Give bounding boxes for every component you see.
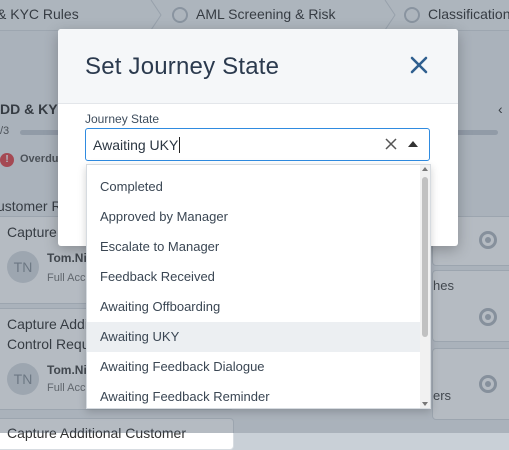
input-text: Awaiting UKY <box>93 137 179 153</box>
close-icon[interactable] <box>407 53 431 77</box>
option-awaiting-feedback-reminder[interactable]: Awaiting Feedback Reminder <box>87 382 422 408</box>
journey-state-label: Journey State <box>85 112 160 126</box>
option-escalate-to-manager[interactable]: Escalate to Manager <box>87 232 422 262</box>
dialog-title: Set Journey State <box>85 53 280 80</box>
clear-x-icon[interactable] <box>384 137 398 151</box>
option-feedback-received[interactable]: Feedback Received <box>87 262 422 292</box>
option-approved-by-manager[interactable]: Approved by Manager <box>87 202 422 232</box>
journey-state-options: Completed Approved by Manager Escalate t… <box>86 164 431 409</box>
scroll-down-arrow-icon[interactable] <box>422 402 428 406</box>
option-completed[interactable]: Completed <box>87 172 422 202</box>
journey-state-select[interactable]: Awaiting UKY <box>85 128 430 161</box>
scroll-up-arrow-icon[interactable] <box>422 167 428 171</box>
dialog-header: Set Journey State <box>58 29 458 104</box>
scrollbar-thumb[interactable] <box>422 177 428 337</box>
option-awaiting-feedback-dialogue[interactable]: Awaiting Feedback Dialogue <box>87 352 422 382</box>
option-awaiting-offboarding[interactable]: Awaiting Offboarding <box>87 292 422 322</box>
option-awaiting-uky[interactable]: Awaiting UKY <box>87 322 422 352</box>
dropdown-scrollbar[interactable] <box>420 165 430 408</box>
journey-state-input[interactable]: Awaiting UKY <box>93 137 181 153</box>
chevron-up-icon[interactable] <box>408 140 418 148</box>
text-cursor <box>179 137 181 153</box>
